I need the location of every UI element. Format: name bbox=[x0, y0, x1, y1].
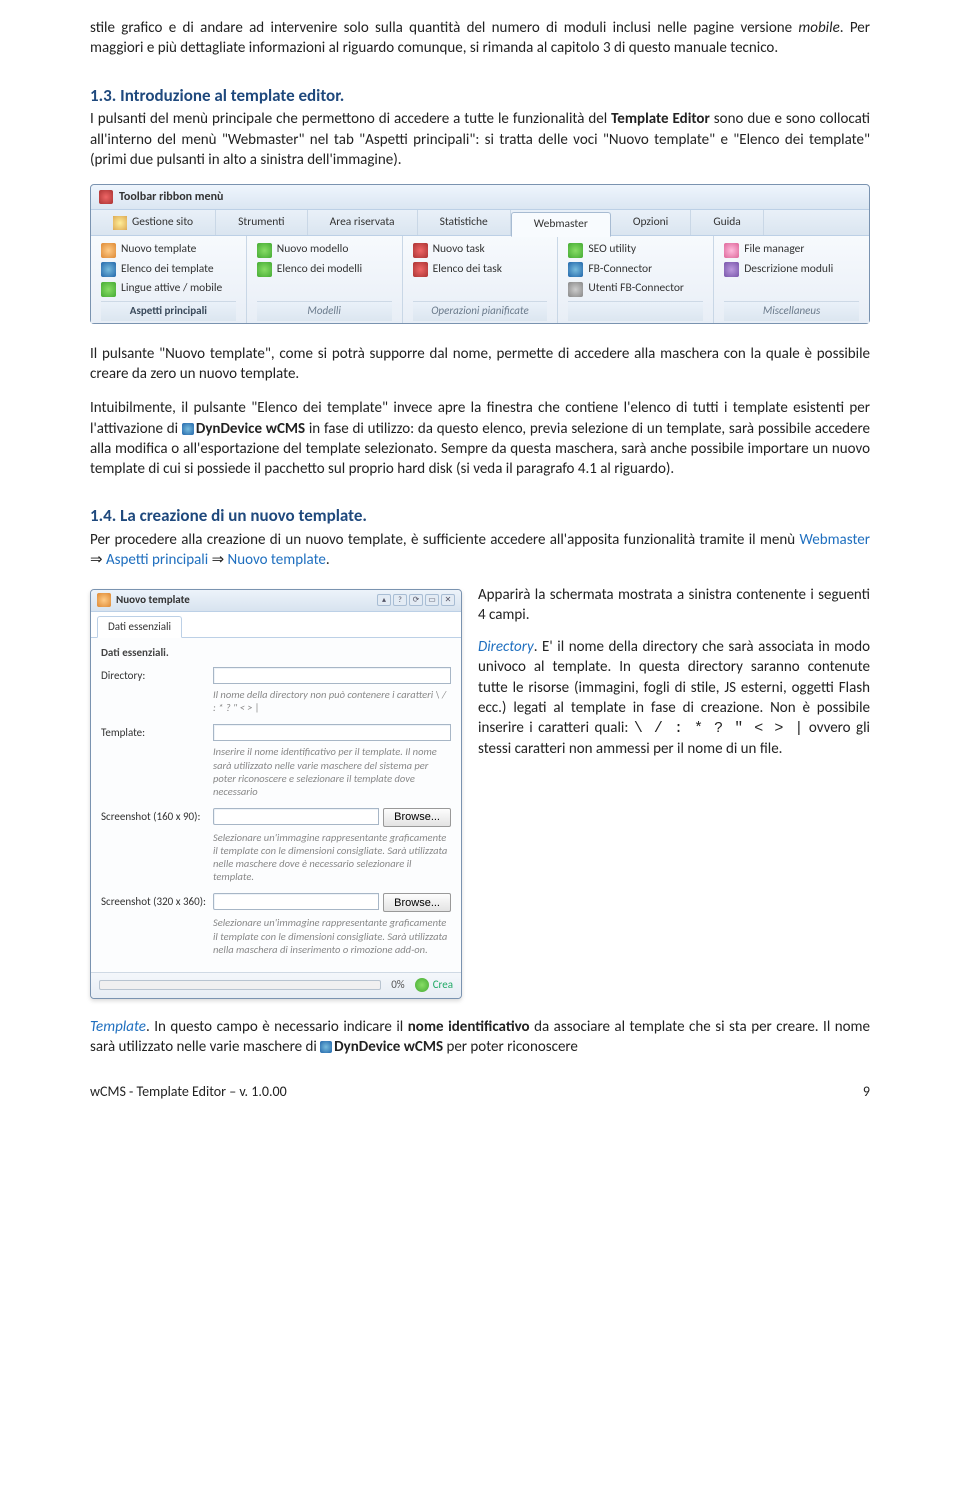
task-list-icon bbox=[413, 262, 428, 277]
browse-button-1[interactable]: Browse... bbox=[383, 808, 451, 827]
item-elenco-template[interactable]: Elenco dei template bbox=[101, 260, 236, 280]
tab-statistiche[interactable]: Statistiche bbox=[418, 210, 511, 235]
win-help-icon[interactable]: ? bbox=[393, 594, 407, 606]
fb-icon bbox=[568, 262, 583, 277]
paragraph-nuovo-template: Il pulsante "Nuovo template", come si po… bbox=[90, 344, 870, 385]
paragraph-1-4-intro: Per procedere alla creazione di un nuovo… bbox=[90, 530, 870, 571]
input-template[interactable] bbox=[213, 724, 451, 741]
item-descrizione-moduli[interactable]: Descrizione moduli bbox=[724, 260, 859, 280]
item-elenco-task[interactable]: Elenco dei task bbox=[413, 260, 548, 280]
label-directory: Directory: bbox=[101, 667, 213, 684]
ribbon-tabs: Gestione sito Strumenti Area riservata S… bbox=[91, 210, 869, 236]
label-template: Template: bbox=[101, 724, 213, 741]
group-label-aspetti: Aspetti principali bbox=[101, 301, 236, 321]
dyndevice-icon bbox=[182, 423, 194, 435]
item-elenco-modelli[interactable]: Elenco dei modelli bbox=[257, 260, 392, 280]
input-screenshot-small[interactable] bbox=[213, 808, 379, 825]
button-crea[interactable]: Crea bbox=[415, 978, 453, 993]
hint-screenshot-large: Selezionare un'immagine rappresentante g… bbox=[213, 916, 451, 955]
progress-percent: 0% bbox=[391, 978, 404, 993]
dyndevice-icon bbox=[320, 1041, 332, 1053]
tab-webmaster[interactable]: Webmaster bbox=[511, 212, 611, 237]
win-min-icon[interactable]: ▭ bbox=[425, 594, 439, 606]
hint-screenshot-small: Selezionare un'immagine rappresentante g… bbox=[213, 831, 451, 884]
folder-icon bbox=[724, 243, 739, 258]
tab-strumenti[interactable]: Strumenti bbox=[216, 210, 307, 235]
input-directory[interactable] bbox=[213, 667, 451, 684]
ribbon-screenshot: Toolbar ribbon menù Gestione sito Strume… bbox=[90, 184, 870, 324]
footer-left: wCMS - Template Editor – v. 1.0.00 bbox=[90, 1083, 287, 1102]
form-screenshot: Nuovo template ▴ ? ⟳ ▭ ✕ Dati essenziali… bbox=[90, 589, 462, 999]
item-fbconnector[interactable]: FB-Connector bbox=[568, 260, 703, 280]
page-footer: wCMS - Template Editor – v. 1.0.00 9 bbox=[90, 1083, 870, 1102]
template-list-icon bbox=[101, 262, 116, 277]
label-screenshot-small: Screenshot (160 x 90): bbox=[101, 808, 213, 827]
group-label-modelli: Modelli bbox=[257, 301, 392, 321]
win-refresh-icon[interactable]: ⟳ bbox=[409, 594, 423, 606]
item-utenti-fb[interactable]: Utenti FB-Connector bbox=[568, 279, 703, 299]
model-list-icon bbox=[257, 262, 272, 277]
item-lingue[interactable]: Lingue attive / mobile bbox=[101, 279, 236, 299]
hint-directory: Il nome della directory non può contener… bbox=[213, 688, 451, 714]
template-icon bbox=[97, 593, 111, 607]
group-seo: SEO utility FB-Connector Utenti FB-Conne… bbox=[558, 236, 714, 322]
item-nuovo-modello[interactable]: Nuovo modello bbox=[257, 240, 392, 260]
tab-opzioni[interactable]: Opzioni bbox=[611, 210, 691, 235]
paragraph-template-field: Template. In questo campo è necessario i… bbox=[90, 1017, 870, 1058]
tab-area-riservata[interactable]: Area riservata bbox=[308, 210, 418, 235]
heading-1-3: 1.3. Introduzione al template editor. bbox=[90, 85, 870, 108]
group-label-misc: Miscellaneus bbox=[724, 301, 859, 321]
group-misc: File manager Descrizione moduli Miscella… bbox=[714, 236, 869, 322]
item-file-manager[interactable]: File manager bbox=[724, 240, 859, 260]
item-nuovo-task[interactable]: Nuovo task bbox=[413, 240, 548, 260]
group-label-empty bbox=[568, 301, 703, 321]
hint-template: Inserire il nome identificativo per il t… bbox=[213, 745, 451, 798]
item-seo[interactable]: SEO utility bbox=[568, 240, 703, 260]
plus-icon bbox=[415, 978, 429, 992]
paragraph-elenco-template: Intuibilmente, il pulsante "Elenco dei t… bbox=[90, 398, 870, 479]
heading-1-4: 1.4. La creazione di un nuovo template. bbox=[90, 505, 870, 528]
paragraph-1-3: I pulsanti del menù principale che perme… bbox=[90, 109, 870, 170]
tab-guida[interactable]: Guida bbox=[691, 210, 764, 235]
ribbon-title: Toolbar ribbon menù bbox=[91, 185, 869, 210]
task-new-icon bbox=[413, 243, 428, 258]
seo-icon bbox=[568, 243, 583, 258]
paragraph-continuation: stile grafico e di andare ad intervenire… bbox=[90, 18, 870, 59]
footer-page-number: 9 bbox=[863, 1083, 870, 1102]
tab-gestione-sito[interactable]: Gestione sito bbox=[91, 210, 216, 235]
person-icon bbox=[113, 216, 127, 230]
window-titlebar: Nuovo template ▴ ? ⟳ ▭ ✕ bbox=[91, 590, 461, 612]
browse-button-2[interactable]: Browse... bbox=[383, 893, 451, 912]
users-icon bbox=[568, 282, 583, 297]
item-nuovo-template[interactable]: Nuovo template bbox=[101, 240, 236, 260]
model-new-icon bbox=[257, 243, 272, 258]
progress-bar bbox=[99, 980, 381, 990]
win-up-icon[interactable]: ▴ bbox=[377, 594, 391, 606]
group-modelli: Nuovo modello Elenco dei modelli Modelli bbox=[247, 236, 403, 322]
group-aspetti: Nuovo template Elenco dei template Lingu… bbox=[91, 236, 247, 322]
label-screenshot-large: Screenshot (320 x 360): bbox=[101, 893, 213, 912]
globe-icon bbox=[101, 282, 116, 297]
modules-icon bbox=[724, 262, 739, 277]
win-close-icon[interactable]: ✕ bbox=[441, 594, 455, 606]
template-new-icon bbox=[101, 243, 116, 258]
form-tab-dati[interactable]: Dati essenziali bbox=[97, 616, 182, 639]
group-operazioni: Nuovo task Elenco dei task Operazioni pi… bbox=[403, 236, 559, 322]
form-section-title: Dati essenziali. bbox=[101, 646, 451, 661]
input-screenshot-large[interactable] bbox=[213, 893, 379, 910]
group-label-operazioni: Operazioni pianificate bbox=[413, 301, 548, 321]
pin-icon bbox=[99, 190, 113, 204]
